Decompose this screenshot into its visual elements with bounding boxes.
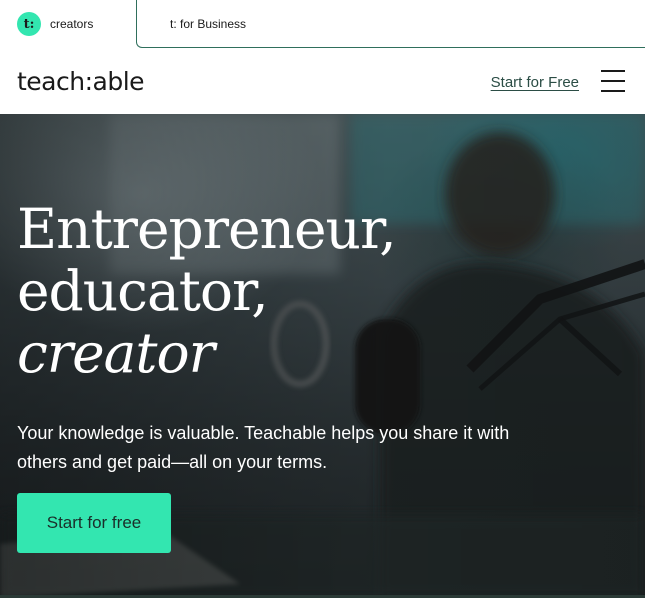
- hero-title: Entrepreneur, educator, creator: [17, 197, 397, 385]
- menu-bar-middle: [601, 80, 625, 82]
- site-header: teach:able Start for Free: [0, 48, 645, 114]
- teachable-badge-icon: t:: [17, 12, 41, 36]
- hero-title-line-3: creator: [17, 321, 215, 385]
- tab-for-business[interactable]: t: for Business: [136, 0, 645, 48]
- menu-bar-top: [601, 70, 625, 72]
- hero-title-line-2: educator,: [17, 259, 269, 323]
- start-for-free-button[interactable]: Start for free: [17, 493, 171, 553]
- hamburger-menu-icon[interactable]: [601, 70, 625, 92]
- hero-section: Entrepreneur, educator, creator Your kno…: [0, 114, 645, 598]
- hero-subtitle: Your knowledge is valuable. Teachable he…: [17, 423, 510, 472]
- menu-bar-bottom: [601, 90, 625, 92]
- tab-creators-label: creators: [50, 17, 94, 31]
- tab-business-label: t: for Business: [170, 16, 247, 31]
- hero-title-line-1: Entrepreneur,: [17, 197, 397, 261]
- tab-creators[interactable]: t: creators: [0, 0, 136, 48]
- audience-tabs: t: creators t: for Business: [0, 0, 645, 48]
- brand-logo[interactable]: teach:able: [17, 67, 145, 96]
- start-for-free-link[interactable]: Start for Free: [491, 74, 579, 91]
